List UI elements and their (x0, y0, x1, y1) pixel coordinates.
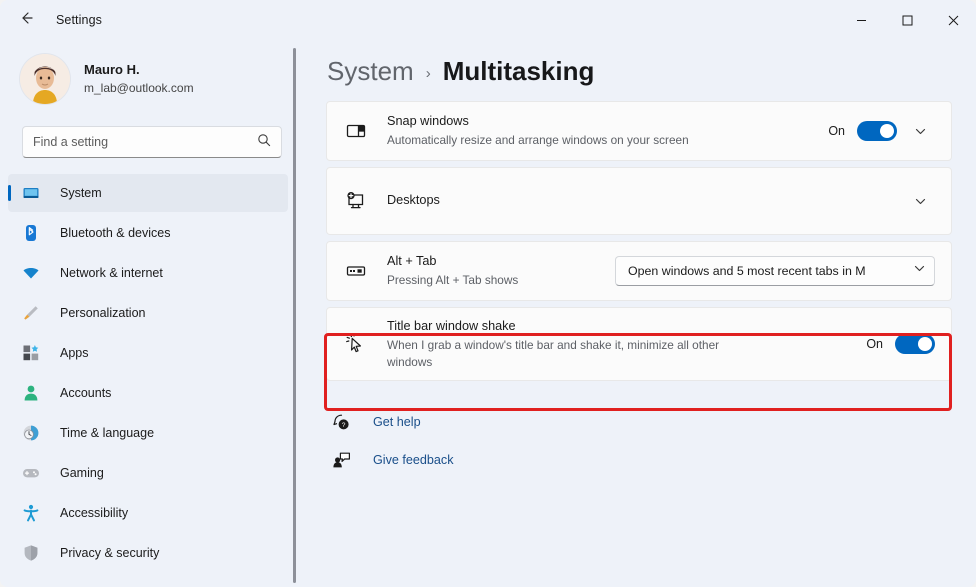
alt-tab-icon (341, 260, 371, 282)
shield-icon (20, 542, 42, 564)
gamepad-icon (20, 462, 42, 484)
breadcrumb: System › Multitasking (326, 40, 952, 101)
monitor-icon (20, 182, 42, 204)
sidebar-item-accessibility[interactable]: Accessibility (8, 494, 288, 532)
chevron-down-icon[interactable] (905, 186, 935, 216)
link-label: Give feedback (373, 453, 454, 467)
person-icon (20, 382, 42, 404)
setting-controls: Open windows and 5 most recent tabs in M (615, 256, 935, 286)
chevron-down-icon[interactable] (913, 262, 926, 280)
setting-title: Alt + Tab (387, 253, 603, 270)
footer-links: ? Get help Give feedback (326, 407, 952, 475)
sidebar-item-accounts[interactable]: Accounts (8, 374, 288, 412)
setting-title: Snap windows (387, 113, 816, 130)
setting-controls: On (828, 116, 935, 146)
sidebar-item-bluetooth-devices[interactable]: Bluetooth & devices (8, 214, 288, 252)
title-bar-shake-toggle[interactable] (895, 334, 935, 354)
search-box[interactable] (22, 126, 282, 158)
accessibility-icon (20, 502, 42, 524)
account-name: Mauro H. (84, 62, 194, 79)
sidebar-item-label: Gaming (60, 466, 104, 480)
alt-tab-dropdown[interactable]: Open windows and 5 most recent tabs in M (615, 256, 935, 286)
setting-text: Title bar window shake When I grab a win… (387, 308, 854, 380)
page-title: Multitasking (443, 56, 595, 87)
sidebar: Mauro H. m_lab@outlook.com (0, 40, 302, 587)
svg-text:?: ? (341, 422, 345, 429)
account-block[interactable]: Mauro H. m_lab@outlook.com (0, 40, 302, 114)
breadcrumb-root[interactable]: System (327, 56, 414, 87)
cursor-shake-icon (341, 332, 371, 356)
setting-title: Title bar window shake (387, 318, 854, 335)
sidebar-item-label: Privacy & security (60, 546, 159, 560)
sidebar-item-label: Time & language (60, 426, 154, 440)
bluetooth-icon (20, 222, 42, 244)
sidebar-item-privacy-security[interactable]: Privacy & security (8, 534, 288, 572)
account-email: m_lab@outlook.com (84, 81, 194, 97)
setting-description: Automatically resize and arrange windows… (387, 132, 816, 149)
title-bar: Settings (0, 0, 976, 40)
sidebar-item-time-language[interactable]: Time & language (8, 414, 288, 452)
snap-layout-icon (341, 120, 371, 142)
back-button[interactable] (10, 4, 42, 36)
sidebar-item-label: Accessibility (60, 506, 128, 520)
minimize-button[interactable] (838, 0, 884, 40)
chevron-down-icon[interactable] (905, 116, 935, 146)
toggle-state-label: On (866, 337, 883, 351)
desktop-add-icon (341, 190, 371, 212)
apps-grid-icon (20, 342, 42, 364)
sidebar-item-label: System (60, 186, 102, 200)
sidebar-item-label: Network & internet (60, 266, 163, 280)
setting-controls: On (866, 334, 935, 354)
search-wrapper (0, 114, 302, 158)
close-button[interactable] (930, 0, 976, 40)
link-label: Get help (373, 415, 421, 429)
setting-text: Alt + Tab Pressing Alt + Tab shows (387, 243, 603, 299)
clock-globe-icon (20, 422, 42, 444)
search-icon[interactable] (257, 133, 271, 152)
setting-controls (897, 186, 935, 216)
chevron-right-icon: › (426, 65, 431, 82)
wifi-icon (20, 262, 42, 284)
app-title: Settings (56, 13, 102, 27)
content-area: System › Multitasking Snap windows Autom… (302, 40, 976, 587)
help-question-icon: ? (329, 413, 353, 432)
paintbrush-icon (20, 302, 42, 324)
sidebar-item-label: Accounts (60, 386, 111, 400)
sidebar-item-personalization[interactable]: Personalization (8, 294, 288, 332)
sidebar-item-label: Personalization (60, 306, 145, 320)
maximize-button[interactable] (884, 0, 930, 40)
window-body: Mauro H. m_lab@outlook.com (0, 40, 976, 587)
toggle-knob (918, 337, 932, 351)
account-text: Mauro H. m_lab@outlook.com (84, 62, 194, 96)
window-controls (838, 0, 976, 40)
sidebar-item-system[interactable]: System (8, 174, 288, 212)
sidebar-item-label: Bluetooth & devices (60, 226, 171, 240)
sidebar-item-apps[interactable]: Apps (8, 334, 288, 372)
sidebar-nav: System Bluetooth & devices (0, 174, 302, 587)
setting-title: Desktops (387, 192, 885, 209)
setting-description: When I grab a window's title bar and sha… (387, 337, 735, 370)
setting-row-alt-tab[interactable]: Alt + Tab Pressing Alt + Tab shows Open … (326, 241, 952, 301)
toggle-state-label: On (828, 124, 845, 138)
toggle-knob (880, 124, 894, 138)
setting-row-desktops[interactable]: Desktops (326, 167, 952, 235)
alt-tab-selected-option: Open windows and 5 most recent tabs in M (628, 264, 913, 278)
feedback-person-icon (329, 451, 353, 470)
setting-row-title-bar-shake[interactable]: Title bar window shake When I grab a win… (326, 307, 952, 381)
sidebar-item-gaming[interactable]: Gaming (8, 454, 288, 492)
settings-window: Settings (0, 0, 976, 587)
get-help-link[interactable]: ? Get help (326, 407, 952, 437)
sidebar-item-label: Apps (60, 346, 89, 360)
back-arrow-icon (18, 10, 34, 31)
avatar (20, 54, 70, 104)
snap-windows-toggle[interactable] (857, 121, 897, 141)
setting-row-snap-windows[interactable]: Snap windows Automatically resize and ar… (326, 101, 952, 161)
setting-text: Snap windows Automatically resize and ar… (387, 103, 816, 159)
give-feedback-link[interactable]: Give feedback (326, 445, 952, 475)
sidebar-scrollbar[interactable] (293, 48, 296, 583)
sidebar-item-network-internet[interactable]: Network & internet (8, 254, 288, 292)
search-input[interactable] (33, 135, 257, 149)
setting-text: Desktops (387, 182, 885, 219)
setting-description: Pressing Alt + Tab shows (387, 272, 603, 289)
